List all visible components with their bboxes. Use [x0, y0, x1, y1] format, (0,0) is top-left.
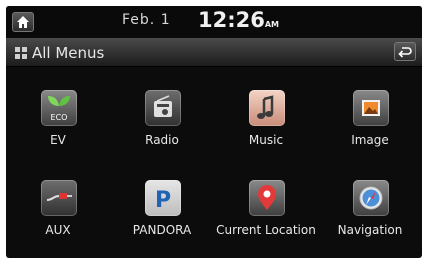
menu-item-pandora[interactable]: P PANDORA — [110, 172, 214, 242]
menu-item-label: Radio — [145, 133, 179, 147]
back-arrow-icon — [398, 47, 412, 58]
back-button[interactable] — [394, 42, 416, 61]
screen: Feb. 1 12:26AM All Menus ECO EV Radio Mu… — [6, 6, 422, 258]
page-title: All Menus — [32, 44, 105, 62]
image-icon — [362, 100, 380, 116]
menu-item-music[interactable]: Music — [214, 82, 318, 152]
menu-item-label: EV — [50, 133, 66, 147]
menu-item-ev[interactable]: ECO EV — [6, 82, 110, 152]
menu-item-label: Image — [351, 133, 389, 147]
status-bar: Feb. 1 12:26AM — [6, 6, 422, 38]
svg-text:P: P — [155, 188, 171, 213]
menu-item-label: PANDORA — [132, 223, 192, 237]
pandora-icon: P — [155, 188, 171, 213]
radio-icon — [154, 95, 172, 117]
menu-item-image[interactable]: Image — [318, 82, 422, 152]
location-pin-icon — [258, 185, 276, 210]
menu-item-navigation[interactable]: Navigation — [318, 172, 422, 242]
date-display: Feb. 1 — [122, 12, 171, 28]
title-bar: All Menus — [6, 38, 422, 67]
home-icon — [17, 16, 29, 28]
music-note-icon — [257, 95, 274, 119]
svg-text:ECO: ECO — [51, 113, 68, 122]
all-menus-grid-icon — [15, 47, 27, 59]
clock: 12:26AM — [198, 8, 279, 32]
home-button[interactable] — [12, 12, 34, 32]
clock-time: 12:26 — [198, 8, 265, 32]
menu-item-label: Current Location — [216, 223, 316, 237]
aux-cable-icon — [46, 193, 72, 201]
menu-item-current-location[interactable]: Current Location — [214, 172, 318, 242]
menu-item-radio[interactable]: Radio — [110, 82, 214, 152]
menu-item-label: Navigation — [337, 223, 403, 237]
clock-ampm: AM — [264, 20, 280, 29]
menu-item-label: Music — [248, 133, 284, 147]
compass-icon — [359, 186, 383, 210]
menu-item-label: AUX — [45, 223, 71, 237]
menu-item-aux[interactable]: AUX — [6, 172, 110, 242]
eco-icon: ECO — [48, 96, 70, 122]
